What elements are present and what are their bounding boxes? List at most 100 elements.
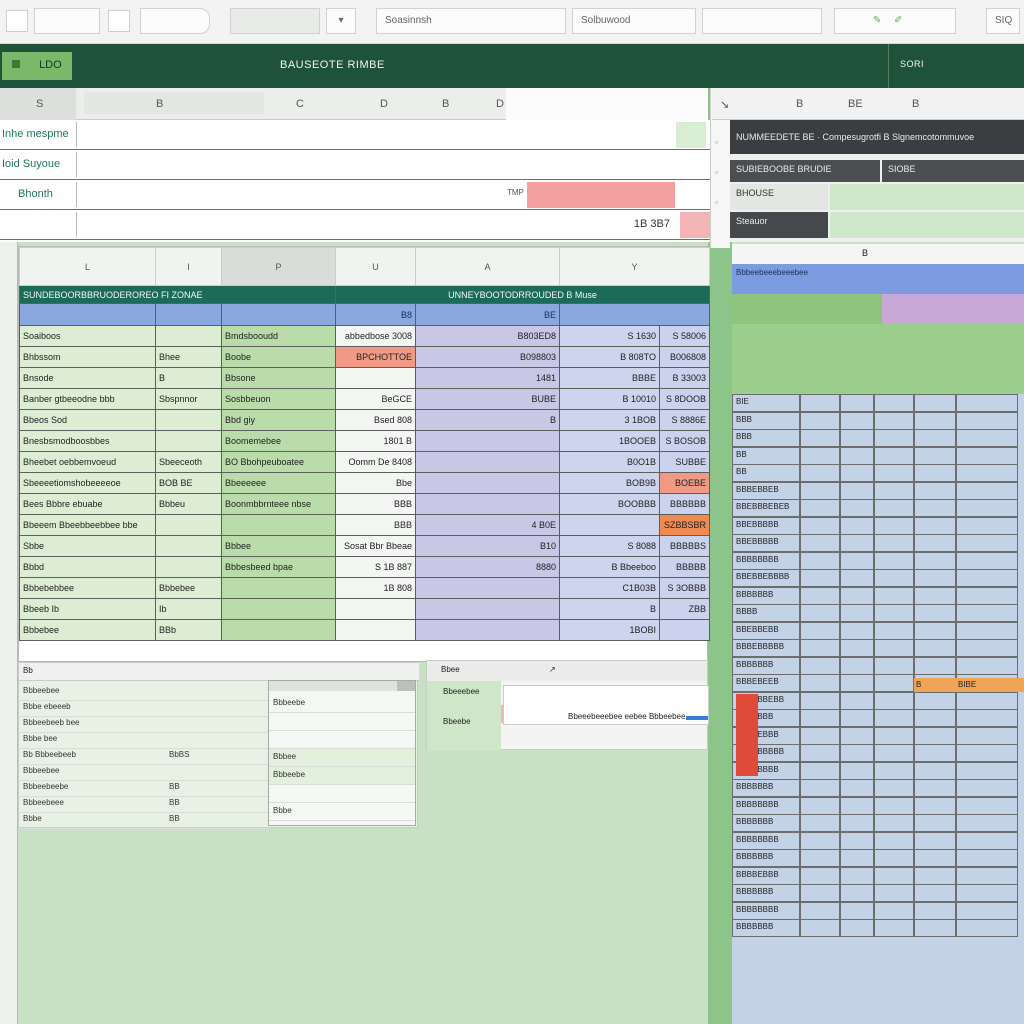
right-grid-cell[interactable] bbox=[914, 866, 956, 885]
right-pane-arrow-icon[interactable]: ↘ bbox=[720, 98, 729, 111]
popup-list-item[interactable] bbox=[269, 785, 415, 803]
info-popup-arrow-icon[interactable]: ↗ bbox=[549, 665, 556, 674]
right-grid-cell[interactable] bbox=[956, 919, 1018, 937]
sheet-cell[interactable] bbox=[415, 493, 560, 515]
right-grid-row-label[interactable]: BB bbox=[732, 446, 800, 465]
sheet-cell[interactable]: Sosat Bbr Bbeae bbox=[335, 535, 416, 557]
popup-list-item[interactable] bbox=[269, 731, 415, 749]
col-header-5[interactable]: D bbox=[496, 98, 504, 110]
sheet-cell[interactable]: B0O1B bbox=[559, 451, 660, 473]
right-grid-cell[interactable] bbox=[800, 534, 840, 552]
right-grid-cell[interactable] bbox=[914, 709, 956, 727]
sheet-cell[interactable]: BOOBBB bbox=[559, 493, 660, 515]
right-grid-cell[interactable] bbox=[800, 866, 840, 885]
sheet-cell[interactable]: Sbeeceoth bbox=[155, 451, 222, 473]
right-grid-cell[interactable] bbox=[840, 674, 874, 692]
right-grid-cell[interactable] bbox=[874, 551, 914, 570]
right-grid-row-label[interactable]: BBBBBBBB bbox=[732, 831, 800, 850]
right-grid-cell[interactable] bbox=[914, 726, 956, 745]
toolbar-field-1[interactable] bbox=[34, 8, 100, 34]
sheet-cell[interactable]: Boomemebee bbox=[221, 430, 336, 452]
right-grid-cell[interactable] bbox=[840, 919, 874, 937]
sheet-cell[interactable] bbox=[415, 472, 560, 494]
sheet-cell[interactable]: 1B 808 bbox=[335, 577, 416, 599]
right-grid-cell[interactable] bbox=[956, 831, 1018, 850]
right-grid-row-label[interactable]: BBB bbox=[732, 429, 800, 447]
popup-list-item[interactable]: Bbbe bbox=[269, 803, 415, 821]
sheet-col-header[interactable]: A bbox=[415, 247, 560, 286]
sheet-cell[interactable]: BPCHOTTOE bbox=[335, 346, 416, 368]
sheet-cell[interactable]: Oomm De 8408 bbox=[335, 451, 416, 473]
sheet-cell[interactable]: BUBE bbox=[415, 388, 560, 410]
col-header-3[interactable]: D bbox=[380, 98, 388, 110]
info-row-input[interactable] bbox=[76, 152, 680, 177]
right-grid-cell[interactable] bbox=[800, 744, 840, 762]
sheet-cell[interactable]: Sbeeeetiomshobeeeeoe bbox=[19, 472, 156, 494]
right-grid-cell[interactable] bbox=[840, 831, 874, 850]
right-grid-row-label[interactable]: BBEBBEBB bbox=[732, 621, 800, 640]
right-grid-cell[interactable] bbox=[956, 534, 1018, 552]
right-grid-cell[interactable] bbox=[914, 831, 956, 850]
sheet-cell[interactable]: Banber gtbeeodne bbb bbox=[19, 388, 156, 410]
name-box[interactable] bbox=[84, 92, 264, 114]
right-grid-cell[interactable] bbox=[800, 446, 840, 465]
right-grid-cell[interactable] bbox=[956, 394, 1018, 412]
right-grid-cell[interactable] bbox=[956, 744, 1018, 762]
sheet-cell[interactable] bbox=[335, 367, 416, 389]
dropdown-chevron-icon[interactable]: ▾ bbox=[326, 8, 356, 34]
popup-list-item[interactable]: Bbbeebe bbox=[269, 695, 415, 713]
right-grid-row-label[interactable]: BBBBBBBB bbox=[732, 901, 800, 920]
col-header-1[interactable]: B bbox=[156, 98, 163, 110]
sheet-cell[interactable]: Bbbee bbox=[221, 535, 336, 557]
right-grid-cell[interactable] bbox=[914, 394, 956, 412]
sheet-cell[interactable]: Bnsode bbox=[19, 367, 156, 389]
right-grid-cell[interactable] bbox=[840, 866, 874, 885]
right-grid-row-label[interactable]: BBBBBBBB bbox=[732, 551, 800, 570]
sheet-cell[interactable]: 1801 B bbox=[335, 430, 416, 452]
brush-icon[interactable]: ✐ bbox=[894, 15, 902, 26]
sheet-cell[interactable]: BBB bbox=[335, 514, 416, 536]
right-grid-cell[interactable] bbox=[840, 901, 874, 920]
right-grid-row-label[interactable]: BBBEBEEB bbox=[732, 674, 800, 692]
right-grid-cell[interactable] bbox=[874, 884, 914, 902]
sheet-col-header[interactable]: Y bbox=[558, 247, 711, 286]
sheet-cell[interactable]: ZBB bbox=[658, 598, 711, 620]
toolbar-field-2[interactable] bbox=[140, 8, 210, 34]
right-grid-cell[interactable] bbox=[956, 569, 1018, 587]
sheet-cell[interactable]: 1BOBI bbox=[559, 619, 660, 641]
sheet-cell[interactable] bbox=[221, 619, 336, 641]
right-grid-cell[interactable] bbox=[840, 779, 874, 797]
right-grid-cell[interactable] bbox=[874, 796, 914, 815]
right-grid-cell[interactable] bbox=[800, 656, 840, 675]
sheet-cell[interactable] bbox=[658, 619, 711, 641]
right-grid-cell[interactable] bbox=[874, 849, 914, 867]
right-grid-row-label[interactable]: BBBB bbox=[732, 604, 800, 622]
right-grid-row-label[interactable]: BBBBBBBB bbox=[732, 796, 800, 815]
right-grid-cell[interactable] bbox=[914, 499, 956, 517]
right-grid-cell[interactable] bbox=[914, 761, 956, 780]
right-grid-cell[interactable] bbox=[914, 551, 956, 570]
sheet-col-header[interactable]: P bbox=[221, 247, 336, 286]
right-grid-cell[interactable] bbox=[956, 656, 1018, 675]
right-col-header-3[interactable]: B bbox=[912, 98, 919, 110]
right-grid-cell[interactable] bbox=[914, 621, 956, 640]
right-grid-cell[interactable] bbox=[800, 726, 840, 745]
right-grid-row-label[interactable]: BBBBBBB bbox=[732, 814, 800, 832]
col-header-4[interactable]: B bbox=[442, 98, 449, 110]
right-grid-cell[interactable] bbox=[840, 446, 874, 465]
sheet-cell[interactable]: Bbsone bbox=[221, 367, 336, 389]
right-grid-cell[interactable] bbox=[874, 499, 914, 517]
sheet-cell[interactable]: Bmdsbooudd bbox=[221, 325, 336, 347]
right-grid-cell[interactable] bbox=[914, 481, 956, 500]
right-grid-cell[interactable] bbox=[840, 621, 874, 640]
right-grid-cell[interactable] bbox=[840, 884, 874, 902]
sheet-cell[interactable]: B 33003 bbox=[658, 367, 711, 389]
right-grid-row-label[interactable]: BBEBBEBBBB bbox=[732, 569, 800, 587]
sheet-cell[interactable]: Bbe bbox=[335, 472, 416, 494]
right-grid-row-label[interactable]: BBBBBBB bbox=[732, 779, 800, 797]
right-grid-cell[interactable] bbox=[800, 621, 840, 640]
sheet-cell[interactable]: BBb bbox=[155, 619, 222, 641]
right-grid-cell[interactable] bbox=[874, 411, 914, 430]
right-grid-cell[interactable] bbox=[956, 586, 1018, 605]
toolbar-field-3[interactable] bbox=[230, 8, 320, 34]
